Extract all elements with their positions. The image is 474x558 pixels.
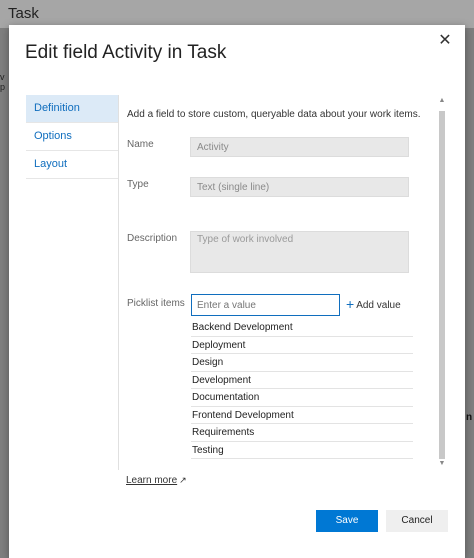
description-label: Description [127, 233, 178, 244]
external-link-icon: ↗ [179, 475, 187, 485]
close-icon[interactable]: ✕ [435, 31, 455, 51]
dialog-nav: Definition Options Layout [26, 95, 118, 179]
scroll-up-icon[interactable]: ▲ [438, 97, 446, 105]
background-page-title: Task [8, 5, 39, 22]
panel-scrollbar[interactable]: ▲ ▼ [437, 95, 447, 470]
name-field: Activity [190, 137, 409, 157]
picklist: Backend Development Deployment Design De… [191, 319, 413, 459]
plus-icon: + [346, 296, 355, 312]
edit-field-dialog: Edit field Activity in Task ✕ Definition… [9, 25, 465, 558]
dialog-title: Edit field Activity in Task [25, 42, 227, 63]
learn-more-link[interactable]: Learn more ↗ [126, 475, 187, 486]
scroll-down-icon[interactable]: ▼ [438, 460, 446, 468]
background-right-hint: n [466, 412, 473, 423]
list-item[interactable]: Deployment [191, 337, 413, 354]
cancel-button[interactable]: Cancel [386, 510, 448, 532]
type-field: Text (single line) [190, 177, 409, 197]
list-item[interactable]: Design [191, 354, 413, 372]
learn-more-label: Learn more [126, 475, 178, 486]
list-item[interactable]: Development [191, 372, 413, 389]
list-item[interactable]: Documentation [191, 389, 413, 407]
nav-item-options[interactable]: Options [26, 123, 118, 151]
list-item[interactable]: Backend Development [191, 319, 413, 337]
add-value-label: Add value [356, 300, 401, 311]
nav-item-definition[interactable]: Definition [26, 95, 118, 123]
picklist-label: Picklist items [127, 298, 185, 309]
nav-item-layout[interactable]: Layout [26, 151, 118, 179]
list-item[interactable]: Frontend Development [191, 407, 413, 424]
list-item[interactable]: Requirements [191, 424, 413, 442]
background-left-hint: v p [0, 72, 6, 92]
description-field: Type of work involved [190, 231, 409, 273]
save-button[interactable]: Save [316, 510, 378, 532]
picklist-value-input[interactable] [191, 294, 340, 316]
definition-panel: Add a field to store custom, queryable d… [118, 95, 449, 470]
type-label: Type [127, 179, 149, 190]
list-item[interactable]: Testing [191, 442, 413, 459]
scroll-thumb[interactable] [439, 111, 445, 459]
panel-description: Add a field to store custom, queryable d… [127, 109, 421, 120]
background-header [0, 0, 474, 28]
add-value-button[interactable]: + Add value [346, 296, 401, 312]
name-label: Name [127, 139, 154, 150]
